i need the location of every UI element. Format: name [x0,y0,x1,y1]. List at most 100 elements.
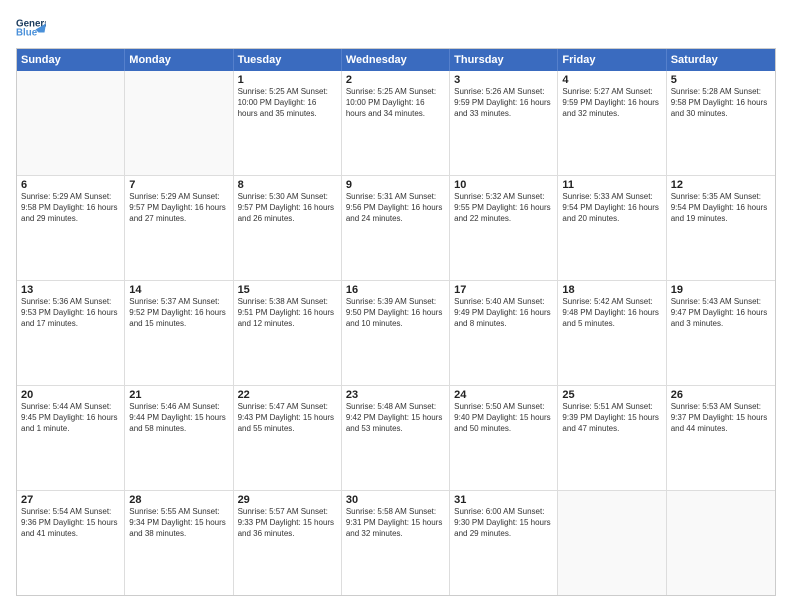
day-detail: Sunrise: 5:44 AM Sunset: 9:45 PM Dayligh… [21,402,120,434]
day-cell-16: 16Sunrise: 5:39 AM Sunset: 9:50 PM Dayli… [342,281,450,385]
day-cell-1: 1Sunrise: 5:25 AM Sunset: 10:00 PM Dayli… [234,71,342,175]
calendar-week-3: 13Sunrise: 5:36 AM Sunset: 9:53 PM Dayli… [17,281,775,386]
day-detail: Sunrise: 5:36 AM Sunset: 9:53 PM Dayligh… [21,297,120,329]
day-detail: Sunrise: 5:35 AM Sunset: 9:54 PM Dayligh… [671,192,771,224]
day-cell-12: 12Sunrise: 5:35 AM Sunset: 9:54 PM Dayli… [667,176,775,280]
day-number: 6 [21,179,120,191]
day-number: 18 [562,284,661,296]
day-number: 28 [129,494,228,506]
day-detail: Sunrise: 5:28 AM Sunset: 9:58 PM Dayligh… [671,87,771,119]
calendar-body: 1Sunrise: 5:25 AM Sunset: 10:00 PM Dayli… [17,71,775,595]
day-detail: Sunrise: 5:50 AM Sunset: 9:40 PM Dayligh… [454,402,553,434]
day-number: 5 [671,74,771,86]
day-cell-6: 6Sunrise: 5:29 AM Sunset: 9:58 PM Daylig… [17,176,125,280]
day-number: 12 [671,179,771,191]
day-number: 8 [238,179,337,191]
day-detail: Sunrise: 5:37 AM Sunset: 9:52 PM Dayligh… [129,297,228,329]
day-detail: Sunrise: 5:48 AM Sunset: 9:42 PM Dayligh… [346,402,445,434]
header-sunday: Sunday [17,49,125,71]
day-cell-8: 8Sunrise: 5:30 AM Sunset: 9:57 PM Daylig… [234,176,342,280]
day-detail: Sunrise: 5:42 AM Sunset: 9:48 PM Dayligh… [562,297,661,329]
day-number: 23 [346,389,445,401]
day-detail: Sunrise: 5:47 AM Sunset: 9:43 PM Dayligh… [238,402,337,434]
header-tuesday: Tuesday [234,49,342,71]
day-detail: Sunrise: 5:43 AM Sunset: 9:47 PM Dayligh… [671,297,771,329]
empty-cell [667,491,775,595]
header: General Blue [16,16,776,40]
day-number: 20 [21,389,120,401]
calendar-week-1: 1Sunrise: 5:25 AM Sunset: 10:00 PM Dayli… [17,71,775,176]
day-cell-13: 13Sunrise: 5:36 AM Sunset: 9:53 PM Dayli… [17,281,125,385]
day-number: 16 [346,284,445,296]
day-cell-24: 24Sunrise: 5:50 AM Sunset: 9:40 PM Dayli… [450,386,558,490]
day-number: 9 [346,179,445,191]
day-number: 24 [454,389,553,401]
day-number: 31 [454,494,553,506]
day-cell-14: 14Sunrise: 5:37 AM Sunset: 9:52 PM Dayli… [125,281,233,385]
calendar-week-2: 6Sunrise: 5:29 AM Sunset: 9:58 PM Daylig… [17,176,775,281]
day-cell-18: 18Sunrise: 5:42 AM Sunset: 9:48 PM Dayli… [558,281,666,385]
day-cell-25: 25Sunrise: 5:51 AM Sunset: 9:39 PM Dayli… [558,386,666,490]
day-number: 15 [238,284,337,296]
calendar-header: Sunday Monday Tuesday Wednesday Thursday… [17,49,775,71]
day-cell-20: 20Sunrise: 5:44 AM Sunset: 9:45 PM Dayli… [17,386,125,490]
day-number: 27 [21,494,120,506]
day-number: 2 [346,74,445,86]
day-cell-9: 9Sunrise: 5:31 AM Sunset: 9:56 PM Daylig… [342,176,450,280]
day-number: 10 [454,179,553,191]
day-detail: Sunrise: 5:58 AM Sunset: 9:31 PM Dayligh… [346,507,445,539]
day-cell-11: 11Sunrise: 5:33 AM Sunset: 9:54 PM Dayli… [558,176,666,280]
day-detail: Sunrise: 5:25 AM Sunset: 10:00 PM Daylig… [346,87,445,119]
day-detail: Sunrise: 5:30 AM Sunset: 9:57 PM Dayligh… [238,192,337,224]
day-detail: Sunrise: 5:39 AM Sunset: 9:50 PM Dayligh… [346,297,445,329]
day-cell-10: 10Sunrise: 5:32 AM Sunset: 9:55 PM Dayli… [450,176,558,280]
day-detail: Sunrise: 5:33 AM Sunset: 9:54 PM Dayligh… [562,192,661,224]
day-number: 17 [454,284,553,296]
day-detail: Sunrise: 5:25 AM Sunset: 10:00 PM Daylig… [238,87,337,119]
day-cell-19: 19Sunrise: 5:43 AM Sunset: 9:47 PM Dayli… [667,281,775,385]
header-thursday: Thursday [450,49,558,71]
day-number: 11 [562,179,661,191]
page: General Blue Sunday Monday Tuesday Wedne… [0,0,792,612]
day-detail: Sunrise: 5:51 AM Sunset: 9:39 PM Dayligh… [562,402,661,434]
day-detail: Sunrise: 5:29 AM Sunset: 9:57 PM Dayligh… [129,192,228,224]
empty-cell [125,71,233,175]
day-detail: Sunrise: 5:57 AM Sunset: 9:33 PM Dayligh… [238,507,337,539]
day-number: 22 [238,389,337,401]
header-monday: Monday [125,49,233,71]
day-number: 14 [129,284,228,296]
day-cell-23: 23Sunrise: 5:48 AM Sunset: 9:42 PM Dayli… [342,386,450,490]
day-detail: Sunrise: 5:53 AM Sunset: 9:37 PM Dayligh… [671,402,771,434]
day-cell-5: 5Sunrise: 5:28 AM Sunset: 9:58 PM Daylig… [667,71,775,175]
calendar-week-5: 27Sunrise: 5:54 AM Sunset: 9:36 PM Dayli… [17,491,775,595]
day-cell-4: 4Sunrise: 5:27 AM Sunset: 9:59 PM Daylig… [558,71,666,175]
day-number: 1 [238,74,337,86]
day-number: 3 [454,74,553,86]
day-number: 29 [238,494,337,506]
empty-cell [17,71,125,175]
day-detail: Sunrise: 5:32 AM Sunset: 9:55 PM Dayligh… [454,192,553,224]
logo-icon: General Blue [16,16,46,40]
day-cell-17: 17Sunrise: 5:40 AM Sunset: 9:49 PM Dayli… [450,281,558,385]
day-detail: Sunrise: 5:55 AM Sunset: 9:34 PM Dayligh… [129,507,228,539]
day-cell-30: 30Sunrise: 5:58 AM Sunset: 9:31 PM Dayli… [342,491,450,595]
day-detail: Sunrise: 5:31 AM Sunset: 9:56 PM Dayligh… [346,192,445,224]
calendar-week-4: 20Sunrise: 5:44 AM Sunset: 9:45 PM Dayli… [17,386,775,491]
day-cell-15: 15Sunrise: 5:38 AM Sunset: 9:51 PM Dayli… [234,281,342,385]
empty-cell [558,491,666,595]
header-wednesday: Wednesday [342,49,450,71]
day-detail: Sunrise: 5:40 AM Sunset: 9:49 PM Dayligh… [454,297,553,329]
day-cell-31: 31Sunrise: 6:00 AM Sunset: 9:30 PM Dayli… [450,491,558,595]
day-detail: Sunrise: 5:54 AM Sunset: 9:36 PM Dayligh… [21,507,120,539]
day-cell-26: 26Sunrise: 5:53 AM Sunset: 9:37 PM Dayli… [667,386,775,490]
day-number: 26 [671,389,771,401]
day-detail: Sunrise: 6:00 AM Sunset: 9:30 PM Dayligh… [454,507,553,539]
day-cell-28: 28Sunrise: 5:55 AM Sunset: 9:34 PM Dayli… [125,491,233,595]
day-number: 4 [562,74,661,86]
day-number: 21 [129,389,228,401]
calendar: Sunday Monday Tuesday Wednesday Thursday… [16,48,776,596]
day-number: 19 [671,284,771,296]
day-number: 13 [21,284,120,296]
day-cell-27: 27Sunrise: 5:54 AM Sunset: 9:36 PM Dayli… [17,491,125,595]
header-friday: Friday [558,49,666,71]
